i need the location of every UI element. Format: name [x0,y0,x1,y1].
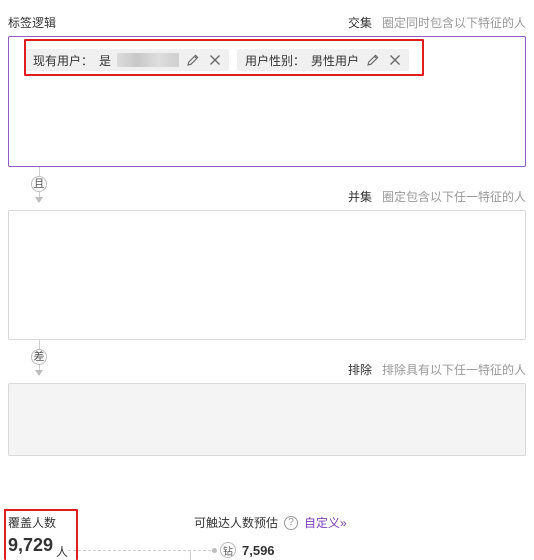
union-desc: 圈定包含以下任一特征的人 [381,189,526,204]
exclude-header: 排除 排除具有以下任一特征的人 [8,359,526,379]
reach-estimate: 可触达人数预估 ? 自定义» [194,514,347,531]
tag-gender: 用户性别： 男性用户 [237,49,410,71]
reach-label: 可触达人数预估 [194,516,279,530]
union-label: 并集 [347,189,372,204]
union-header: 并集 圈定包含以下任一特征的人 [8,186,526,206]
tag-key: 现有用户： [33,53,94,68]
tag-existing-user: 现有用户： 是 [25,49,230,71]
tag-value: 是 [99,53,112,68]
intersect-label: 交集 [347,15,372,30]
tag-value: 男性用户 [311,53,360,68]
coverage-unit: 人 [56,545,69,559]
exclude-label: 排除 [347,362,372,377]
dashed-connector [68,550,216,551]
custom-link[interactable]: 自定义» [304,514,347,531]
logic-title: 标签逻辑 [8,15,57,30]
exclude-desc: 排除具有以下任一特征的人 [381,362,526,377]
close-icon[interactable] [207,52,223,68]
channel-value: 7,596 [242,542,275,558]
redacted-block [117,53,180,67]
pencil-icon[interactable] [185,52,201,68]
intersect-box[interactable]: 现有用户： 是 用户性别： 男性用户 [8,36,526,167]
question-icon[interactable]: ? [284,515,299,530]
intersect-header: 标签逻辑 交集 圈定同时包含以下特征的人 [8,12,526,32]
custom-label: 自定义 [304,516,341,530]
connector-dot [212,548,217,553]
branch-line [190,550,191,560]
exclude-box [8,383,526,456]
double-chevron-icon: » [340,516,347,530]
channel-reach: 钻 7,596 [220,542,275,558]
channel-icon: 钻 [220,542,236,558]
summary-bar: 覆盖人数 9,729 人 可触达人数预估 ? 自定义» 钻 7,596 [0,505,534,560]
coverage-label: 覆盖人数 [8,516,57,530]
close-icon[interactable] [387,52,403,68]
intersect-desc: 圈定同时包含以下特征的人 [381,15,526,30]
pencil-icon[interactable] [365,52,381,68]
coverage-value: 9,729 [8,535,54,555]
tag-key: 用户性别： [245,53,306,68]
union-box[interactable] [8,210,526,340]
